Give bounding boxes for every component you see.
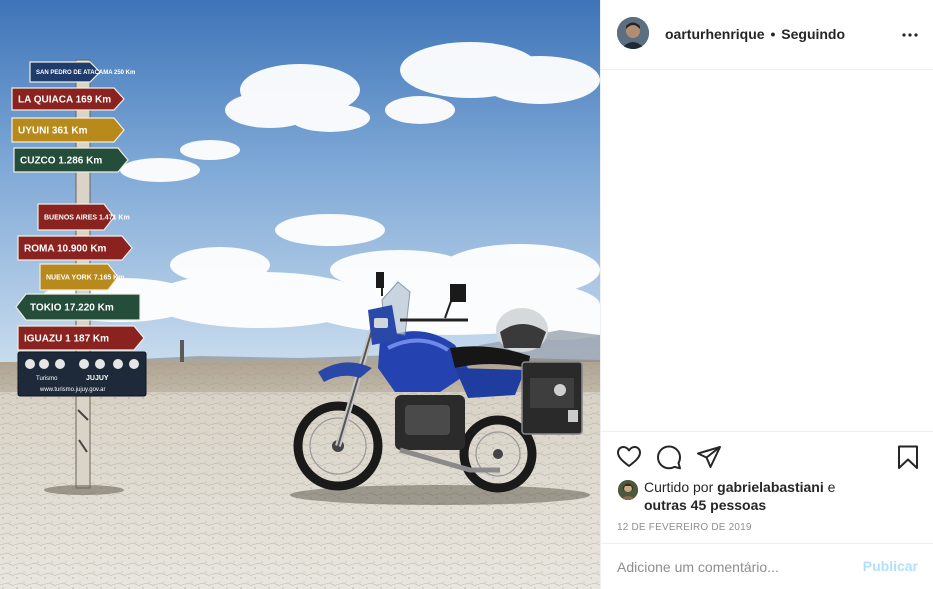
- sign-label: NUEVA YORK 7.165 Km: [46, 275, 124, 282]
- liked-prefix: Curtido por: [644, 479, 714, 495]
- board-logo-jujuy: JUJUY: [86, 375, 109, 382]
- sign-label: LA QUIACA 169 Km: [18, 95, 111, 106]
- photo-scene: SAN PEDRO DE ATACAMA 250 Km LA QUIACA 169…: [0, 0, 600, 589]
- post-side-panel: oarturhenrique • Seguindo Curtido por ga…: [600, 0, 933, 589]
- post-header: oarturhenrique • Seguindo: [601, 0, 933, 70]
- comment-box: Publicar: [601, 543, 933, 589]
- publish-button[interactable]: Publicar: [863, 558, 918, 574]
- more-options-icon[interactable]: [901, 27, 919, 43]
- liker-avatar[interactable]: [618, 480, 638, 500]
- comments-area: [601, 71, 933, 431]
- separator-dot: •: [770, 26, 776, 42]
- sign-label: CUZCO 1.286 Km: [20, 156, 102, 167]
- post-photo[interactable]: SAN PEDRO DE ATACAMA 250 Km LA QUIACA 169…: [0, 0, 600, 589]
- board-footer: www.turismo.jujuy.gov.ar: [39, 387, 105, 393]
- sign-label: IGUAZU 1 187 Km: [24, 334, 109, 345]
- others-likes-link[interactable]: outras 45 pessoas: [644, 497, 766, 513]
- post-date[interactable]: 12 DE FEVEREIRO DE 2019: [617, 522, 752, 533]
- sign-label: ROMA 10.900 Km: [24, 244, 107, 255]
- heart-icon[interactable]: [616, 444, 642, 470]
- actions-section: Curtido por gabrielabastiani e outras 45…: [601, 431, 933, 543]
- sign-label: SAN PEDRO DE ATACAMA 250 Km: [36, 70, 135, 76]
- liked-conjunction: e: [827, 479, 836, 495]
- follow-status[interactable]: Seguindo: [781, 26, 845, 42]
- liked-by-row: Curtido por gabrielabastiani e outras 45…: [617, 478, 917, 514]
- board-logo-turismo: Turismo: [36, 376, 58, 382]
- share-icon[interactable]: [696, 444, 722, 470]
- liker-username-link[interactable]: gabrielabastiani: [717, 479, 824, 495]
- comment-icon[interactable]: [656, 444, 682, 470]
- sign-label: TOKIO 17.220 Km: [30, 303, 114, 314]
- bookmark-icon[interactable]: [895, 444, 921, 470]
- header-text: oarturhenrique • Seguindo: [665, 26, 845, 42]
- comment-input[interactable]: [617, 544, 857, 589]
- username-link[interactable]: oarturhenrique: [665, 26, 765, 42]
- sign-label: BUENOS AIRES 1.471 Km: [44, 215, 130, 222]
- liked-by-text: Curtido por gabrielabastiani e outras 45…: [617, 478, 917, 514]
- user-avatar[interactable]: [617, 17, 649, 49]
- sign-label: UYUNI 361 Km: [18, 126, 88, 137]
